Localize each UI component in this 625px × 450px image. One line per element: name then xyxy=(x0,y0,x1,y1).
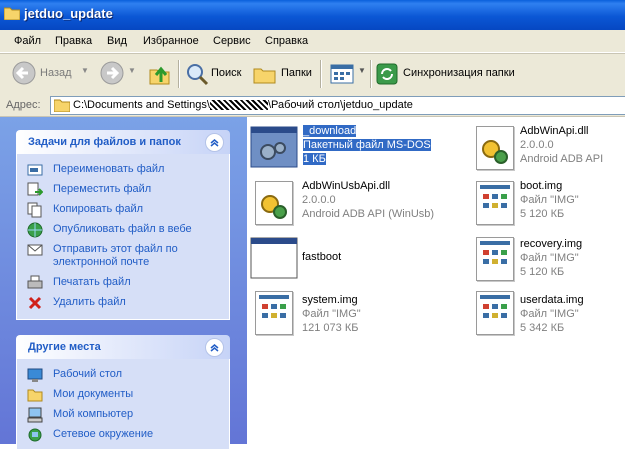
menu-view[interactable]: Вид xyxy=(107,35,127,47)
toolbar: Назад ▼ ▼ Поиск Папки ▼ Синхронизация па… xyxy=(0,53,625,95)
menu-tools[interactable]: Сервис xyxy=(213,35,251,47)
menu-file[interactable]: Файл xyxy=(14,35,41,47)
collapse-button[interactable] xyxy=(205,133,224,152)
file-item-adbwinapi[interactable]: AdbWinApi.dll 2.0.0.0 Android ADB API xyxy=(472,124,622,172)
img-file-icon xyxy=(476,291,514,335)
other-places-panel: Другие места Рабочий стол Мои документы … xyxy=(16,335,230,450)
file-item-userdata-img[interactable]: userdata.img Файл "IMG" 5 342 КБ xyxy=(472,289,622,337)
file-tasks-panel: Задачи для файлов и папок Переименовать … xyxy=(16,130,230,320)
sync-folder-button[interactable]: Синхронизация папки xyxy=(376,54,516,94)
up-folder-button[interactable] xyxy=(146,54,174,94)
file-item-download[interactable]: _download Пакетный файл MS-DOS 1 КБ xyxy=(250,124,431,172)
views-button[interactable]: ▼ xyxy=(328,54,368,94)
file-tasks-header[interactable]: Задачи для файлов и папок xyxy=(16,130,230,154)
rename-icon xyxy=(27,164,43,176)
network-icon xyxy=(28,428,42,442)
chevron-down-icon: ▼ xyxy=(128,66,136,75)
file-item-boot-img[interactable]: boot.img Файл "IMG" 5 120 КБ xyxy=(472,179,622,227)
file-list: _download Пакетный файл MS-DOS 1 КБ AdbW… xyxy=(247,117,625,444)
address-bar: Адрес: C:\Documents and Settings\ \Рабочи… xyxy=(0,94,625,117)
img-file-icon xyxy=(476,237,514,281)
folder-icon xyxy=(54,99,70,112)
desktop-icon xyxy=(27,368,43,382)
up-folder-icon xyxy=(149,66,170,85)
collapse-button[interactable] xyxy=(205,338,224,357)
globe-icon xyxy=(27,222,43,238)
address-path-end: \Рабочий стол\jetduo_update xyxy=(267,99,413,111)
img-file-icon xyxy=(476,181,514,225)
menu-help[interactable]: Справка xyxy=(265,35,308,47)
chevron-down-icon: ▼ xyxy=(358,66,366,75)
menu-edit[interactable]: Правка xyxy=(55,35,92,47)
title-bar[interactable]: jetduo_update xyxy=(0,0,625,30)
back-arrow-icon xyxy=(12,61,36,85)
menu-favorites[interactable]: Избранное xyxy=(143,35,199,47)
my-computer-icon xyxy=(27,407,43,423)
delete-icon xyxy=(28,296,42,310)
my-documents-icon xyxy=(27,389,43,402)
folders-button[interactable]: Папки xyxy=(253,54,315,94)
envelope-icon xyxy=(27,244,43,256)
folders-icon xyxy=(253,68,276,84)
move-icon xyxy=(27,182,43,196)
chevron-down-icon: ▼ xyxy=(81,66,89,75)
executable-file-icon xyxy=(250,237,298,279)
dll-file-icon xyxy=(476,126,514,170)
address-path-start: C:\Documents and Settings\ xyxy=(73,99,210,111)
file-item-adbwinusbapi[interactable]: AdbWinUsbApi.dll 2.0.0.0 Android ADB API… xyxy=(255,179,455,227)
other-places-header[interactable]: Другие места xyxy=(16,335,230,359)
file-item-fastboot[interactable]: fastboot xyxy=(250,237,410,281)
views-icon xyxy=(330,64,354,84)
batch-file-icon xyxy=(250,126,298,168)
chevron-up-icon xyxy=(210,139,219,147)
forward-button[interactable]: ▼ xyxy=(98,54,138,94)
sync-icon xyxy=(376,63,398,85)
search-button[interactable]: Поиск xyxy=(185,54,245,94)
dll-file-icon xyxy=(255,181,293,225)
address-label: Адрес: xyxy=(6,99,41,111)
back-button[interactable]: Назад ▼ xyxy=(10,54,90,94)
search-icon xyxy=(187,64,209,86)
img-file-icon xyxy=(255,291,293,335)
printer-icon xyxy=(27,275,43,289)
copy-icon xyxy=(27,202,42,218)
address-input[interactable]: C:\Documents and Settings\ \Рабочий стол\… xyxy=(50,96,625,115)
window-title: jetduo_update xyxy=(24,6,113,21)
menu-bar: Файл Правка Вид Избранное Сервис Справка xyxy=(0,30,625,53)
folder-icon xyxy=(4,7,20,20)
forward-arrow-icon xyxy=(100,61,124,85)
task-pane: Задачи для файлов и папок Переименовать … xyxy=(0,117,247,450)
redacted-username xyxy=(209,100,268,111)
chevron-up-icon xyxy=(210,344,219,352)
file-item-system-img[interactable]: system.img Файл "IMG" 121 073 КБ xyxy=(255,289,415,337)
file-item-recovery-img[interactable]: recovery.img Файл "IMG" 5 120 КБ xyxy=(472,235,622,283)
